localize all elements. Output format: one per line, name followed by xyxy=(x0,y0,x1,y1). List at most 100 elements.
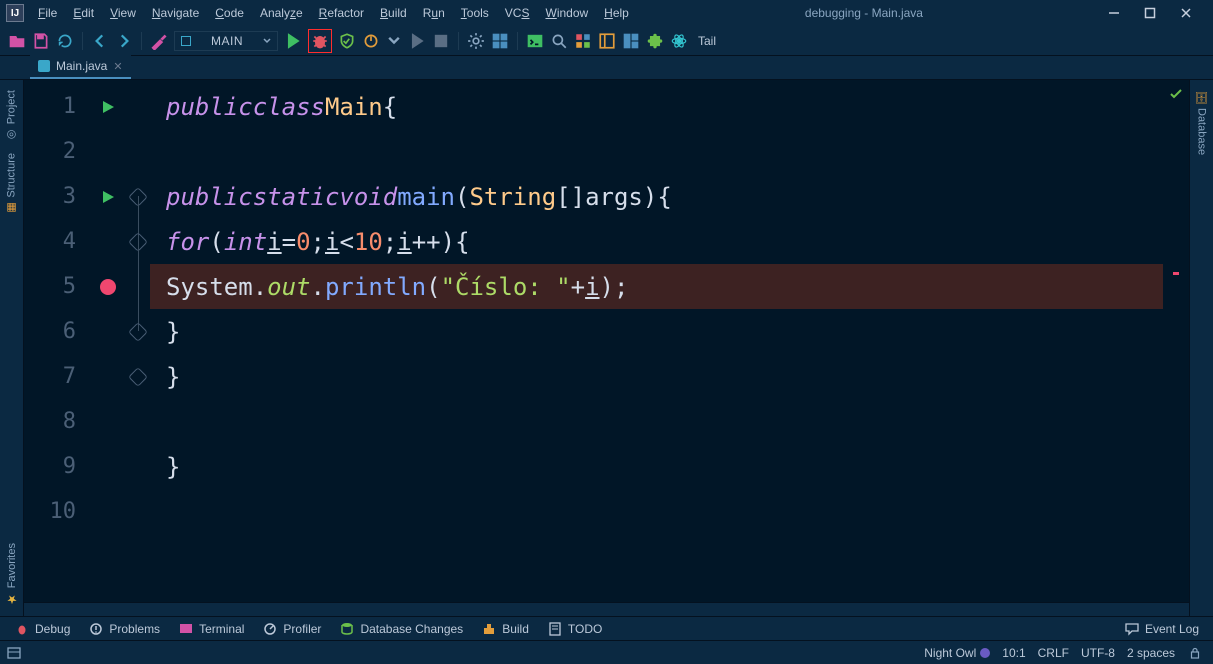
maximize-icon[interactable] xyxy=(1143,6,1157,20)
code-line-breakpoint[interactable]: System.out.println("Číslo: " + i); xyxy=(150,264,1163,309)
bug-icon xyxy=(14,621,30,637)
menu-run[interactable]: Run xyxy=(417,4,451,22)
menu-analyze[interactable]: Analyze xyxy=(254,4,309,22)
bottom-todo[interactable]: TODO xyxy=(547,621,602,637)
save-icon[interactable] xyxy=(32,32,50,50)
menu-view[interactable]: View xyxy=(104,4,142,22)
terminal-icon xyxy=(178,621,194,637)
bottom-terminal[interactable]: Terminal xyxy=(178,621,244,637)
breakpoint-marker[interactable] xyxy=(100,279,116,295)
debug-button-highlighted[interactable] xyxy=(308,29,332,53)
fold-handle-icon[interactable] xyxy=(128,322,148,342)
speech-bubble-icon xyxy=(1124,621,1140,637)
chevron-down-icon[interactable] xyxy=(386,33,402,49)
breakpoint-strip-marker[interactable] xyxy=(1173,272,1179,275)
code-line[interactable]: public static void main(String[] args) { xyxy=(150,174,1163,219)
status-caret-pos[interactable]: 10:1 xyxy=(1002,646,1025,660)
code-line[interactable]: } xyxy=(150,309,1163,354)
grid-icon[interactable] xyxy=(491,32,509,50)
menu-file[interactable]: File xyxy=(32,4,63,22)
bottom-event-log[interactable]: Event Log xyxy=(1124,621,1199,637)
stop-icon xyxy=(432,32,450,50)
minimize-icon[interactable] xyxy=(1107,6,1121,20)
window-title: debugging - Main.java xyxy=(635,6,1093,20)
icon-gutter[interactable] xyxy=(90,80,126,602)
left-tool-rail: ◎Project ▦Structure ★Favorites xyxy=(0,80,24,616)
menu-refactor[interactable]: Refactor xyxy=(313,4,370,22)
line-number: 8 xyxy=(24,399,90,444)
terminal-icon[interactable] xyxy=(526,32,544,50)
line-number: 4 xyxy=(24,219,90,264)
run-configuration-selector[interactable]: MAIN xyxy=(174,31,278,51)
forward-icon[interactable] xyxy=(115,32,133,50)
code-line[interactable]: } xyxy=(150,354,1163,399)
separator xyxy=(458,32,459,50)
menu-code[interactable]: Code xyxy=(209,4,250,22)
code-line[interactable] xyxy=(150,399,1163,444)
bottom-profiler[interactable]: Profiler xyxy=(262,621,321,637)
menu-tools[interactable]: Tools xyxy=(455,4,495,22)
horizontal-scrollbar[interactable] xyxy=(24,602,1189,616)
rail-structure[interactable]: ▦Structure xyxy=(5,149,18,219)
gear-icon[interactable] xyxy=(467,32,485,50)
rail-project[interactable]: ◎Project xyxy=(5,86,18,145)
line-number: 10 xyxy=(24,489,90,534)
code-line[interactable] xyxy=(150,129,1163,174)
status-theme[interactable]: Night Owl xyxy=(924,646,990,660)
tab-label: Main.java xyxy=(56,59,107,73)
run-config-icon xyxy=(181,36,191,46)
layout2-icon[interactable] xyxy=(622,32,640,50)
workspace: ◎Project ▦Structure ★Favorites 1 2 3 4 5… xyxy=(0,80,1213,616)
code-line[interactable]: public class Main { xyxy=(150,84,1163,129)
status-line-sep[interactable]: CRLF xyxy=(1038,646,1069,660)
refresh-icon[interactable] xyxy=(56,32,74,50)
search-icon[interactable] xyxy=(550,32,568,50)
menu-build[interactable]: Build xyxy=(374,4,413,22)
editor-marker-strip[interactable] xyxy=(1163,80,1189,602)
app-icon: IJ xyxy=(6,4,24,22)
close-tab-icon[interactable]: ✕ xyxy=(113,60,122,73)
open-icon[interactable] xyxy=(8,32,26,50)
run-icon[interactable] xyxy=(284,32,302,50)
code-area[interactable]: public class Main { public static void m… xyxy=(150,80,1163,602)
tool-windows-icon[interactable] xyxy=(6,645,22,661)
close-icon[interactable] xyxy=(1179,6,1193,20)
bottom-build[interactable]: Build xyxy=(481,621,529,637)
editor-tabs: Main.java ✕ xyxy=(0,56,1213,80)
code-line[interactable]: for (int i = 0; i < 10; i++) { xyxy=(150,219,1163,264)
editor: 1 2 3 4 5 6 7 8 9 10 xyxy=(24,80,1189,616)
status-encoding[interactable]: UTF-8 xyxy=(1081,646,1115,660)
profile-icon[interactable] xyxy=(362,32,380,50)
menu-edit[interactable]: Edit xyxy=(67,4,100,22)
layout-icon[interactable] xyxy=(598,32,616,50)
tail-label[interactable]: Tail xyxy=(694,34,720,48)
editor-body[interactable]: 1 2 3 4 5 6 7 8 9 10 xyxy=(24,80,1189,602)
run-line-icon[interactable] xyxy=(100,189,116,205)
database-icon xyxy=(339,621,355,637)
bottom-db-changes[interactable]: Database Changes xyxy=(339,621,463,637)
lock-icon[interactable] xyxy=(1187,645,1203,661)
color-grid-icon[interactable] xyxy=(574,32,592,50)
bottom-tool-panel: Debug Problems Terminal Profiler Databas… xyxy=(0,616,1213,640)
rail-favorites[interactable]: ★Favorites xyxy=(5,539,19,610)
menu-vcs[interactable]: VCS xyxy=(499,4,536,22)
back-icon[interactable] xyxy=(91,32,109,50)
run-line-icon[interactable] xyxy=(100,99,116,115)
menu-navigate[interactable]: Navigate xyxy=(146,4,205,22)
hammer-icon[interactable] xyxy=(150,32,168,50)
menu-help[interactable]: Help xyxy=(598,4,635,22)
tab-main-java[interactable]: Main.java ✕ xyxy=(30,55,131,79)
coverage-icon[interactable] xyxy=(338,32,356,50)
bottom-problems[interactable]: Problems xyxy=(88,621,160,637)
bottom-debug[interactable]: Debug xyxy=(14,621,70,637)
atom-icon[interactable] xyxy=(670,32,688,50)
puzzle-icon[interactable] xyxy=(646,32,664,50)
fold-gutter[interactable] xyxy=(126,80,150,602)
rail-database[interactable]: 🗄Database xyxy=(1195,86,1208,159)
line-number: 1 xyxy=(24,84,90,129)
code-line[interactable] xyxy=(150,489,1163,534)
code-line[interactable]: } xyxy=(150,444,1163,489)
fold-handle-icon[interactable] xyxy=(128,367,148,387)
menu-window[interactable]: Window xyxy=(539,4,594,22)
status-indent[interactable]: 2 spaces xyxy=(1127,646,1175,660)
